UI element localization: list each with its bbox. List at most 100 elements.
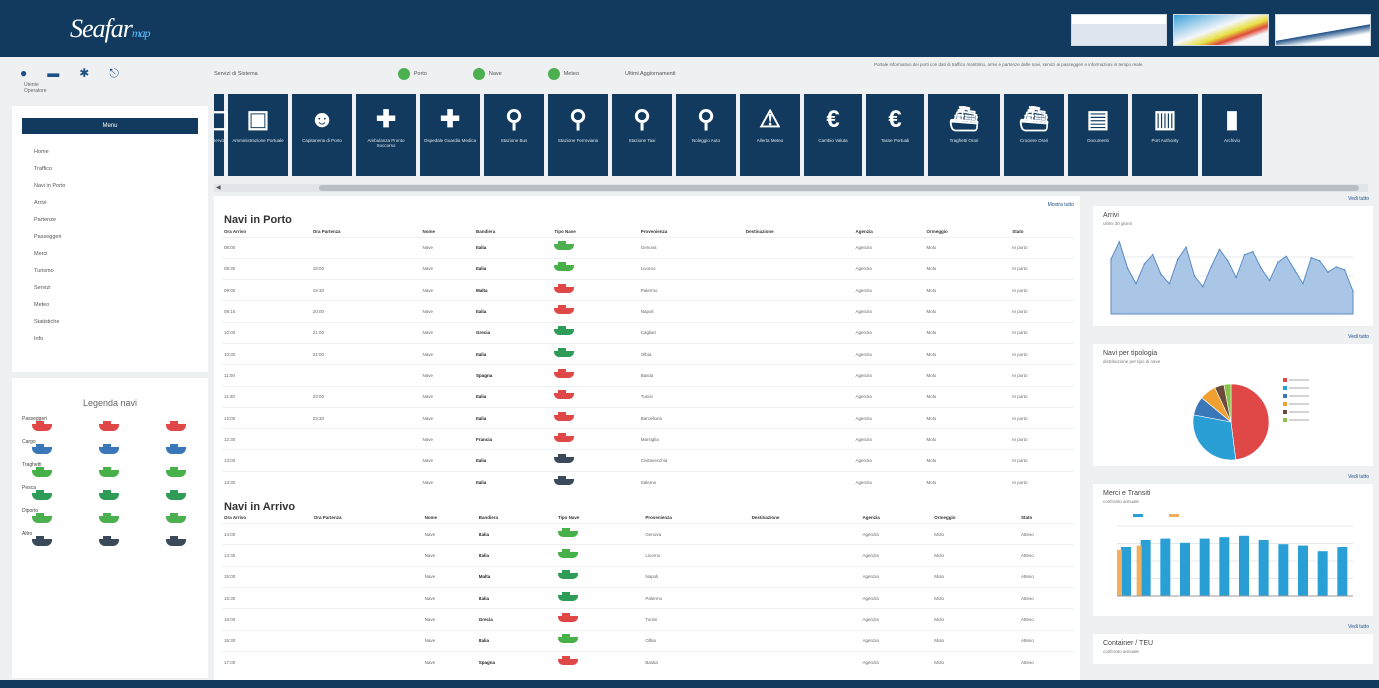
column-header[interactable]: Nome xyxy=(423,513,477,524)
toolbar-button[interactable]: € Cambio Valuta xyxy=(804,94,862,176)
column-header[interactable]: Ora Partenza xyxy=(311,226,421,237)
table-row[interactable]: 08:30 18:00 Nave Italia Livorno Agenzia Molo In… xyxy=(222,257,1074,280)
toolbar-button[interactable]: ⚲ Stazione Taxi xyxy=(612,94,672,176)
partner-logo-eu[interactable] xyxy=(1071,14,1167,46)
column-header[interactable]: Agenzia xyxy=(854,226,925,237)
column-header[interactable]: Ormeggio xyxy=(932,513,1019,524)
sidebar-item[interactable]: Info xyxy=(12,331,208,348)
table-cell: In porto xyxy=(1010,279,1074,301)
column-header[interactable]: Ora Arrivo xyxy=(222,226,311,237)
toolbar-button[interactable]: ▣ Amministrazione Portuale xyxy=(228,94,288,176)
sidebar-item[interactable]: Partenze xyxy=(12,212,208,229)
table-row[interactable]: 17:00 Nave Spagna Bastia Agenzia Molo Atteso xyxy=(222,650,1074,673)
toolbar-label: Ambulanza Pronto Soccorso xyxy=(367,138,405,148)
sidebar-item[interactable]: Servizi xyxy=(12,280,208,297)
column-header[interactable]: Tipo Nave xyxy=(556,513,643,524)
right-top-link[interactable]: Vedi tutto xyxy=(1093,196,1373,206)
sidebar-item[interactable]: Merci xyxy=(12,246,208,263)
table-row[interactable]: 09:00 19:30 Nave Malta Palermo Agenzia Molo In … xyxy=(222,279,1074,301)
table-cell: In porto xyxy=(1010,236,1074,259)
table-row[interactable]: 10:00 21:00 Nave Grecia Cagliari Agenzia Molo I… xyxy=(222,321,1074,344)
table-row[interactable]: 11:00 Nave Spagna Bastia Agenzia Molo In porto xyxy=(222,364,1074,387)
table-row[interactable]: 10:30 22:00 Nave Italia Olbia Agenzia Molo In p… xyxy=(222,342,1074,365)
partner-logo-program[interactable] xyxy=(1275,14,1371,46)
column-header[interactable]: Provenienza xyxy=(643,513,749,524)
table-cell: Atteso xyxy=(1018,565,1074,588)
scrollbar-thumb[interactable] xyxy=(319,185,1359,191)
settings-icon[interactable]: ✱ xyxy=(79,66,89,98)
bottom-link[interactable]: Vedi tutto xyxy=(1093,624,1373,634)
table-row[interactable]: 14:00 Nave Italia Genova Agenzia Molo Atteso xyxy=(222,523,1074,545)
toolbar-button[interactable]: ⛴ Crociere Orari xyxy=(1004,94,1064,176)
sidebar-item[interactable]: Statistiche xyxy=(12,314,208,331)
toolbar-button[interactable]: ▢Servizi xyxy=(214,94,230,176)
table-row[interactable]: 13:00 Nave Italia Civitavecchia Agenzia Molo I… xyxy=(222,449,1074,472)
table-cell: 15:00 xyxy=(222,565,312,588)
toolbar-button[interactable]: ⛴ Traghetti Orari xyxy=(928,94,1000,176)
column-header[interactable]: Ormeggio xyxy=(925,226,1011,237)
column-header[interactable]: Agenzia xyxy=(860,513,932,524)
table-row[interactable]: 12:30 Nave Francia Marsiglia Agenzia Molo In p… xyxy=(222,428,1074,450)
column-header[interactable]: Ora Arrivo xyxy=(222,513,312,524)
scroll-left-icon[interactable]: ◀ xyxy=(216,184,221,191)
sidebar-item[interactable]: Navi in Porto xyxy=(12,178,208,195)
table-row[interactable]: 15:30 Nave Italia Palermo Agenzia Molo Atteso xyxy=(222,586,1074,609)
sidebar-item[interactable]: Traffico xyxy=(12,161,208,178)
bars-link[interactable]: Vedi tutto xyxy=(1093,474,1373,484)
column-header[interactable]: Bandiera xyxy=(474,226,552,237)
table-row[interactable]: 16:00 Nave Grecia Tunisi Agenzia Molo Atteso xyxy=(222,608,1074,631)
toolbar-button[interactable]: € Tasse Portuali xyxy=(866,94,924,176)
toolbar-button[interactable]: ✚ Ospedale Guardia Medica xyxy=(420,94,480,176)
table-row[interactable]: 08:00 Nave Italia Genova Agenzia Molo In porto xyxy=(222,236,1074,259)
sidebar-item[interactable]: Turismo xyxy=(12,263,208,280)
table-cell: 10:00 xyxy=(222,321,311,344)
column-header[interactable]: Nome xyxy=(421,226,475,237)
column-header[interactable]: Destinazione xyxy=(744,226,854,237)
table-row[interactable]: 14:30 Nave Italia Livorno Agenzia Molo Atteso xyxy=(222,544,1074,567)
column-header[interactable]: Stato xyxy=(1010,226,1074,237)
table-row[interactable]: 11:30 23:00 Nave Italia Tunisi Agenzia Molo In … xyxy=(222,385,1074,408)
table-row[interactable]: 16:30 Nave Italia Olbia Agenzia Molo Atteso xyxy=(222,629,1074,652)
sidebar-item[interactable]: Passeggeri xyxy=(12,229,208,246)
pie-legend-swatch xyxy=(1283,410,1287,414)
toolbar-button[interactable]: ▮ Archivio xyxy=(1202,94,1262,176)
sidebar-item[interactable]: Meteo xyxy=(12,297,208,314)
toolbar-button[interactable]: ⚲ Noleggio Auto xyxy=(676,94,736,176)
column-header[interactable]: Bandiera xyxy=(477,513,556,524)
sidebar-item[interactable]: Arrivi xyxy=(12,195,208,212)
pie-chart-subtitle: distribuzione per tipo di nave xyxy=(1103,359,1161,364)
table-cell: Nave xyxy=(420,257,474,280)
show-all-link[interactable]: Mostra tutto xyxy=(1048,202,1074,208)
toolbar-button[interactable]: ⚠ Allerta Meteo xyxy=(740,94,800,176)
table-cell xyxy=(743,428,854,450)
news-ticker[interactable]: Portale informativo dei porti con dati d… xyxy=(874,62,1374,68)
column-header[interactable]: Provenienza xyxy=(639,226,744,237)
column-header[interactable]: Stato xyxy=(1019,513,1074,524)
toolbar-button[interactable]: ▥ Port Authority xyxy=(1132,94,1198,176)
app-logo[interactable]: Seafarmap xyxy=(70,14,151,44)
toolbar-button[interactable]: ☻ Capitaneria di Porto xyxy=(292,94,352,176)
toolbar-button[interactable]: ⚲ Stazione Ferroviaria xyxy=(548,94,608,176)
column-header[interactable]: Ora Partenza xyxy=(312,513,423,524)
toolbar-scrollbar[interactable]: ◀ xyxy=(214,184,1368,192)
column-header[interactable]: Destinazione xyxy=(750,513,861,524)
area-point xyxy=(1151,253,1154,256)
toolbar-button[interactable]: ⚲ Stazione Bus xyxy=(484,94,544,176)
table-cell: 20:00 xyxy=(310,300,421,323)
table-row[interactable]: 13:30 Nave Italia Salerno Agenzia Molo In port… xyxy=(222,470,1074,493)
table-row[interactable]: 12:00 23:30 Nave Italia Barcellona Agenzia Mol… xyxy=(222,406,1074,429)
toolbar-button[interactable]: ✚ Ambulanza Pronto Soccorso xyxy=(356,94,416,176)
toolbar-label: Servizi xyxy=(214,138,226,143)
sidebar-item[interactable]: Home xyxy=(12,144,208,161)
logout-icon[interactable]: ⎋ xyxy=(109,66,119,98)
table-row[interactable]: 15:00 Nave Malta Napoli Agenzia Molo Atteso xyxy=(222,565,1074,588)
partner-logo-interreg[interactable] xyxy=(1173,14,1269,46)
nav-header[interactable]: Menu xyxy=(22,118,198,134)
mail-icon[interactable]: ▬ xyxy=(47,66,59,98)
pie-link[interactable]: Vedi tutto xyxy=(1093,334,1373,344)
toolbar-button[interactable]: ▤ Documenti xyxy=(1068,94,1128,176)
bar-chart xyxy=(1117,514,1353,597)
column-header[interactable]: Tipo Nave xyxy=(552,226,638,237)
table-row[interactable]: 09:15 20:00 Nave Italia Napoli Agenzia Molo In … xyxy=(222,300,1074,323)
table-cell: Agenzia xyxy=(853,385,925,408)
